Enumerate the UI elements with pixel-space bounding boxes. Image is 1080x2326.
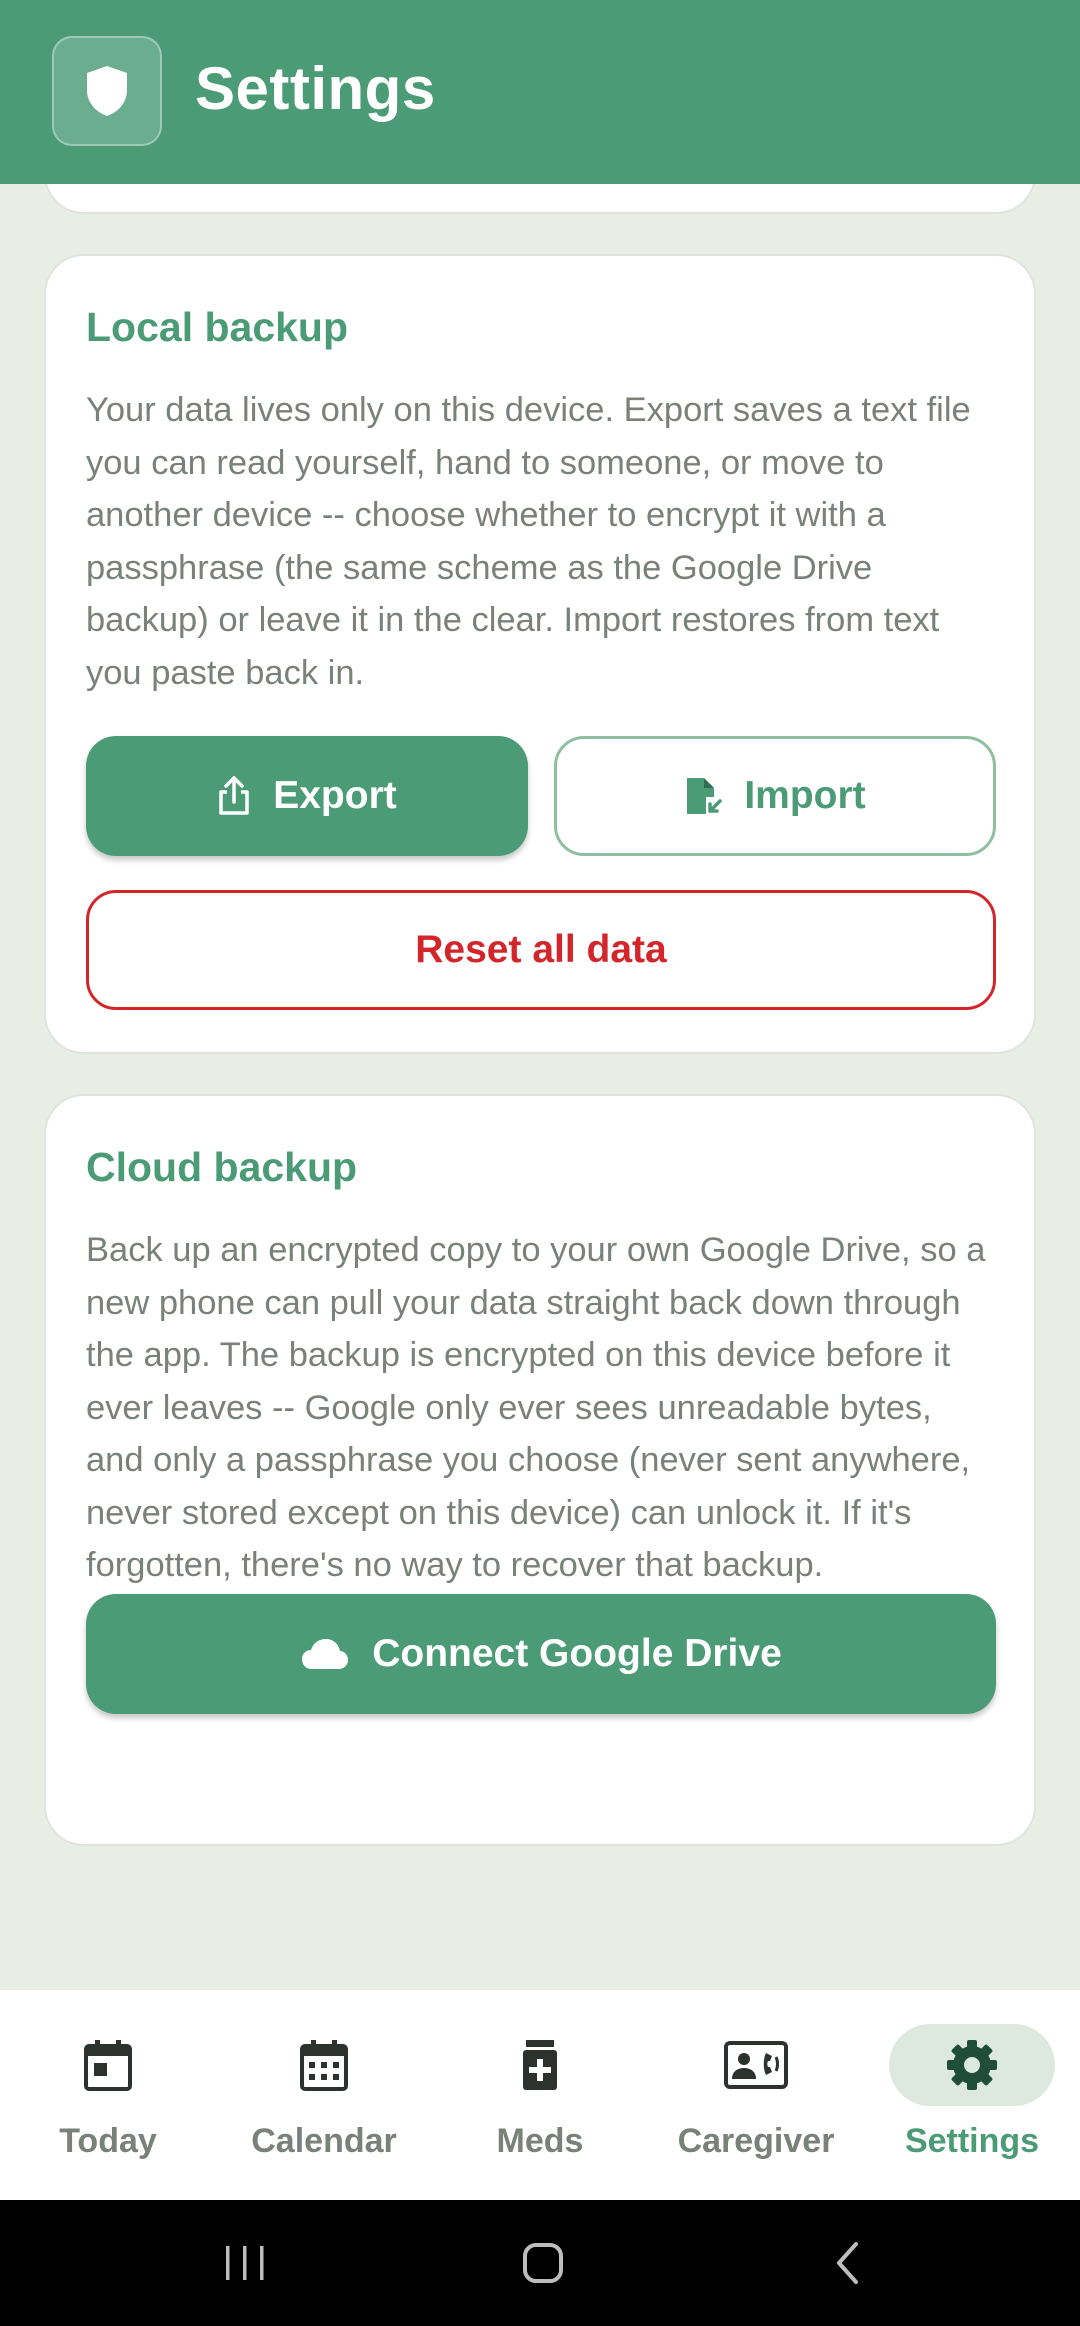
nav-pill	[25, 2024, 191, 2106]
cloud-backup-card: Cloud backup Back up an encrypted copy t…	[44, 1094, 1036, 1846]
back-button[interactable]	[812, 2230, 882, 2296]
nav-label-calendar: Calendar	[251, 2122, 397, 2160]
reset-all-data-button[interactable]: Reset all data	[86, 890, 996, 1010]
medication-icon	[523, 2040, 557, 2090]
nav-item-meds[interactable]: Meds	[432, 1990, 648, 2200]
page-title: Settings	[195, 55, 436, 122]
nav-pill	[457, 2024, 623, 2106]
app-header: Settings	[0, 0, 1080, 184]
nav-label-caregiver: Caregiver	[677, 2122, 835, 2160]
nav-pill	[673, 2024, 839, 2106]
contact-phone-icon	[724, 2041, 788, 2089]
nav-pill	[889, 2024, 1055, 2106]
recents-icon	[226, 2246, 264, 2280]
local-backup-title: Local backup	[86, 304, 349, 350]
import-label: Import	[744, 774, 866, 817]
connect-google-drive-button[interactable]: Connect Google Drive	[86, 1594, 996, 1714]
back-icon	[837, 2242, 858, 2284]
home-button[interactable]	[508, 2230, 578, 2296]
export-button[interactable]: Export	[86, 736, 528, 856]
system-navigation-bar	[0, 2200, 1080, 2326]
settings-scroll-area[interactable]: Local backup Your data lives only on thi…	[0, 184, 1080, 1990]
nav-label-settings: Settings	[904, 2122, 1040, 2160]
previous-card	[44, 184, 1036, 214]
cloud-backup-title: Cloud backup	[86, 1144, 358, 1190]
nav-label-meds: Meds	[496, 2122, 584, 2160]
nav-item-calendar[interactable]: Calendar	[216, 1990, 432, 2200]
cloud-icon	[302, 1639, 349, 1669]
calendar-today-icon	[84, 2040, 132, 2091]
cloud-backup-description: Back up an encrypted copy to your own Go…	[86, 1231, 986, 1584]
nav-item-settings[interactable]: Settings	[864, 1990, 1080, 2200]
import-button[interactable]: Import	[554, 736, 996, 856]
bottom-navigation: Today Calendar Meds Caregiver Settings	[0, 1990, 1080, 2200]
connect-label: Connect Google Drive	[372, 1632, 782, 1675]
home-icon	[523, 2243, 563, 2283]
app-logo	[52, 36, 162, 146]
nav-label-today: Today	[59, 2122, 157, 2160]
recents-button[interactable]	[210, 2230, 280, 2296]
gear-icon	[947, 2040, 997, 2090]
reset-label: Reset all data	[415, 928, 667, 971]
nav-pill	[241, 2024, 407, 2106]
shield-icon	[87, 66, 127, 116]
nav-item-caregiver[interactable]: Caregiver	[648, 1990, 864, 2200]
file-import-icon	[687, 778, 723, 814]
export-label: Export	[273, 774, 397, 817]
local-backup-card: Local backup Your data lives only on thi…	[44, 254, 1036, 1054]
local-backup-description: Your data lives only on this device. Exp…	[86, 391, 971, 692]
calendar-month-icon	[300, 2040, 348, 2091]
share-upload-icon	[219, 776, 249, 815]
nav-item-today[interactable]: Today	[0, 1990, 216, 2200]
